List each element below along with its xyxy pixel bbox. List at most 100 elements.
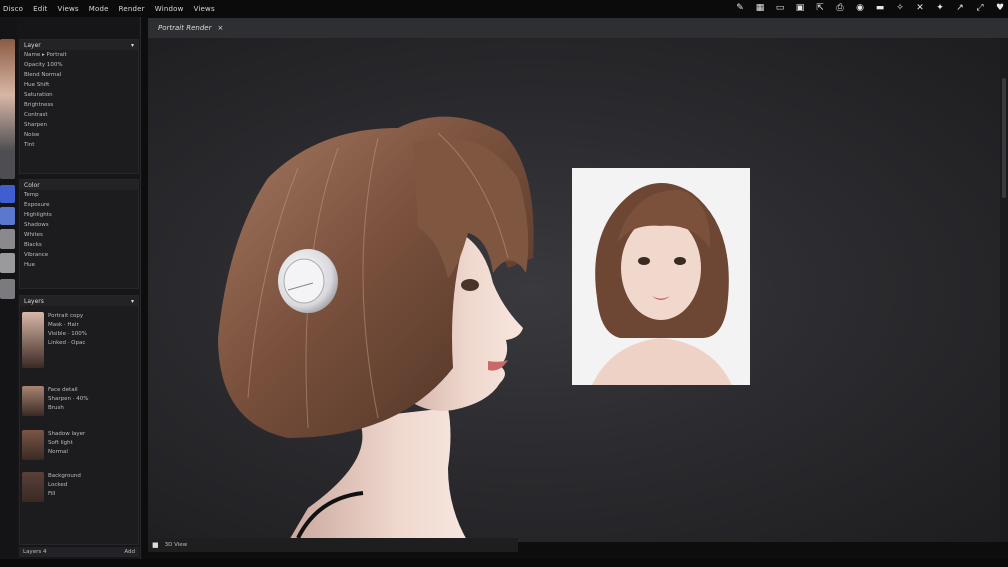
properties-rows: Name ▸ Portrait Opacity 100% Blend Normal H… — [20, 50, 138, 150]
layer-label: Fill — [48, 491, 56, 497]
add-layer-button[interactable]: Add — [124, 549, 135, 555]
property-row[interactable]: Hue — [20, 260, 138, 270]
frame-icon[interactable]: ▭ — [774, 2, 786, 14]
layers-header[interactable]: Layers ▾ — [20, 296, 138, 306]
camera-icon[interactable]: ◉ — [854, 2, 866, 14]
layer-label: Shadow layer — [48, 431, 86, 437]
property-row[interactable]: Brightness — [20, 100, 138, 110]
expand-icon[interactable]: ⤢ — [974, 2, 986, 14]
status-text: 3D View — [164, 542, 188, 548]
layers-panel: Layers ▾ Portrait copy Mask · Hair Visible… — [19, 295, 139, 545]
menu-items: Disco Edit Views Mode Render Window Views — [0, 5, 215, 13]
property-row[interactable]: Saturation — [20, 90, 138, 100]
layer-thumbnail — [22, 430, 44, 460]
vertical-scrollbar[interactable] — [1000, 38, 1008, 542]
reference-portrait — [572, 168, 750, 385]
menu-item[interactable]: Disco — [3, 5, 23, 13]
property-row[interactable]: Hue Shift — [20, 80, 138, 90]
menu-item[interactable]: Window — [155, 5, 184, 13]
property-row[interactable]: Blend Normal — [20, 70, 138, 80]
canvas[interactable] — [148, 38, 1000, 542]
layer-label: Soft light — [48, 440, 73, 446]
panel-menu-icon[interactable]: ▾ — [131, 42, 134, 49]
property-row[interactable]: Tint — [20, 140, 138, 150]
property-row[interactable]: Contrast — [20, 110, 138, 120]
strip-thumbnail[interactable] — [0, 279, 15, 299]
layer-label: Visible · 100% — [48, 331, 87, 337]
property-label: Hue Shift — [24, 82, 50, 88]
property-label: Blend Normal — [24, 72, 62, 78]
thumbnail-strip — [0, 17, 17, 559]
property-row[interactable]: Shadows — [20, 220, 138, 230]
layer-label: Sharpen · 40% — [48, 396, 89, 402]
property-row[interactable]: Vibrance — [20, 250, 138, 260]
properties-header[interactable]: Layer ▾ — [20, 40, 138, 50]
strip-thumbnail[interactable] — [0, 207, 15, 225]
property-row[interactable]: Noise — [20, 130, 138, 140]
wand-icon[interactable]: ▬ — [874, 2, 886, 14]
document-tab[interactable]: Portrait Render — [158, 24, 211, 32]
menu-item[interactable]: Mode — [89, 5, 109, 13]
strip-thumbnail[interactable] — [0, 39, 15, 179]
property-row[interactable]: Opacity 100% — [20, 60, 138, 70]
share-icon[interactable]: ↗ — [954, 2, 966, 14]
layer-label: Mask · Hair — [48, 322, 79, 328]
property-label: Exposure — [24, 202, 50, 208]
adjustments-header[interactable]: Color — [20, 180, 138, 190]
heart-icon[interactable]: ♥ — [994, 2, 1006, 14]
layer-row[interactable]: Portrait copy Mask · Hair Visible · 100% Li… — [20, 310, 140, 372]
grid-icon[interactable]: ▣ — [794, 2, 806, 14]
property-label: Shadows — [24, 222, 49, 228]
property-row[interactable]: Whites — [20, 230, 138, 240]
property-label: Brightness — [24, 102, 54, 108]
property-label: Opacity 100% — [24, 62, 63, 68]
save-icon[interactable]: ⎙ — [834, 2, 846, 14]
menu-item[interactable]: Views — [57, 5, 78, 13]
property-label: Saturation — [24, 92, 53, 98]
property-label: Tint — [24, 142, 35, 148]
layer-label: Portrait copy — [48, 313, 84, 319]
property-label: Name ▸ Portrait — [24, 52, 67, 58]
property-row[interactable]: Name ▸ Portrait — [20, 50, 138, 60]
settings-icon[interactable]: ✦ — [934, 2, 946, 14]
layer-row[interactable]: Background Locked Fill — [20, 470, 140, 506]
status-icon: ■ — [152, 541, 159, 549]
property-label: Sharpen — [24, 122, 47, 128]
property-row[interactable]: Blacks — [20, 240, 138, 250]
transform-icon[interactable]: ⇱ — [814, 2, 826, 14]
layer-thumbnail — [22, 472, 44, 502]
property-row[interactable]: Sharpen — [20, 120, 138, 130]
strip-thumbnail[interactable] — [0, 185, 15, 203]
layer-row[interactable]: Shadow layer Soft light Normal — [20, 428, 140, 464]
menu-item[interactable]: Edit — [33, 5, 47, 13]
scrollbar-thumb[interactable] — [1002, 78, 1006, 198]
layer-row[interactable]: Face detail Sharpen · 40% Brush — [20, 384, 140, 420]
property-row[interactable]: Temp — [20, 190, 138, 200]
search-icon[interactable]: ✧ — [894, 2, 906, 14]
tab-close-icon[interactable]: × — [217, 24, 223, 32]
property-label: Temp — [24, 192, 39, 198]
menu-item[interactable]: Render — [119, 5, 145, 13]
reference-image[interactable] — [572, 168, 750, 385]
property-row[interactable]: Exposure — [20, 200, 138, 210]
toolbar: ✎ ▦ ▭ ▣ ⇱ ⎙ ◉ ▬ ✧ ✕ ✦ ↗ ⤢ ♥ — [734, 2, 1006, 14]
layer-label: Face detail — [48, 387, 78, 393]
property-row[interactable]: Highlights — [20, 210, 138, 220]
adjustments-rows: Temp Exposure Highlights Shadows Whites Black… — [20, 190, 138, 270]
strip-thumbnail[interactable] — [0, 229, 15, 249]
panel-menu-icon[interactable]: ▾ — [131, 298, 134, 305]
properties-panel: Layer ▾ Name ▸ Portrait Opacity 100% Blend… — [19, 39, 139, 174]
menu-item[interactable]: Views — [194, 5, 215, 13]
status-bar: ■ 3D View — [148, 538, 518, 552]
brush-icon[interactable]: ✎ — [734, 2, 746, 14]
layer-label: Background — [48, 473, 81, 479]
layer-label: Normal — [48, 449, 68, 455]
left-panel: Layer ▾ Name ▸ Portrait Opacity 100% Blend… — [17, 17, 141, 559]
property-label: Highlights — [24, 212, 52, 218]
layers-icon[interactable]: ▦ — [754, 2, 766, 14]
property-label: Whites — [24, 232, 43, 238]
bottom-edge — [0, 559, 1008, 567]
close-icon[interactable]: ✕ — [914, 2, 926, 14]
property-label: Hue — [24, 262, 36, 268]
strip-thumbnail[interactable] — [0, 253, 15, 273]
